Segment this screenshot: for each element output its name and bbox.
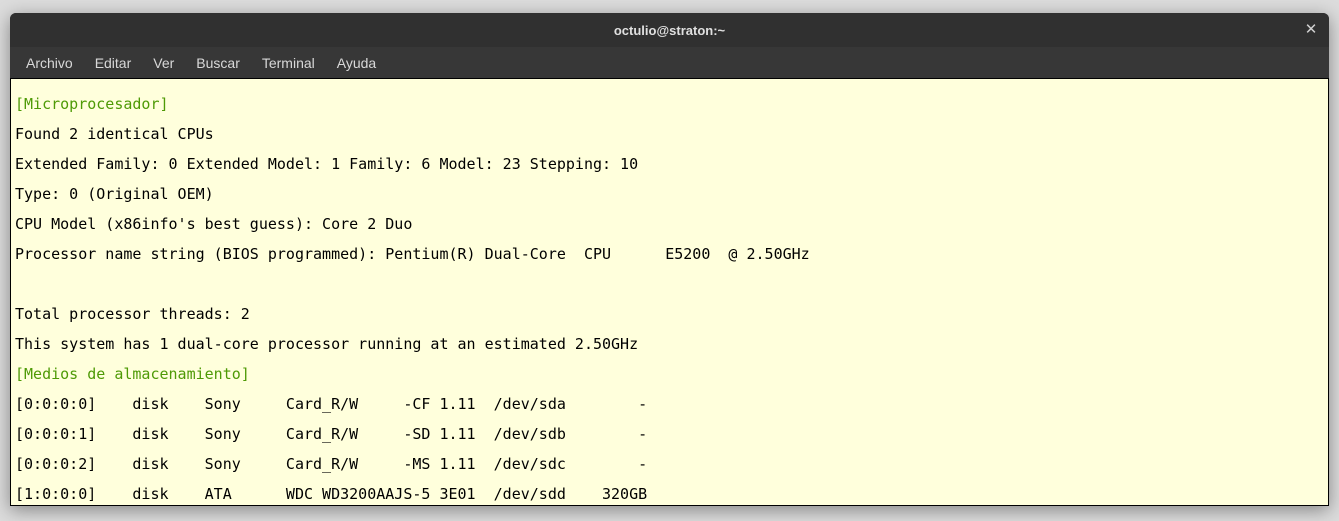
section-cpu-header: [Microprocesador]	[15, 97, 1324, 112]
menu-editar[interactable]: Editar	[85, 51, 142, 75]
menu-buscar[interactable]: Buscar	[186, 51, 250, 75]
output-line: Found 2 identical CPUs	[15, 127, 1324, 142]
output-line: [0:0:0:1] disk Sony Card_R/W -SD 1.11 /d…	[15, 427, 1324, 442]
titlebar[interactable]: octulio@straton:~ ✕	[10, 13, 1329, 47]
output-line: [0:0:0:0] disk Sony Card_R/W -CF 1.11 /d…	[15, 397, 1324, 412]
menu-ver[interactable]: Ver	[143, 51, 184, 75]
output-line: Total processor threads: 2	[15, 307, 1324, 322]
output-line	[15, 277, 1324, 292]
menu-archivo[interactable]: Archivo	[16, 51, 83, 75]
window-title: octulio@straton:~	[614, 23, 725, 38]
section-storage-header: [Medios de almacenamiento]	[15, 367, 1324, 382]
output-line: [1:0:0:0] disk ATA WDC WD3200AAJS-5 3E01…	[15, 487, 1324, 502]
output-line: Processor name string (BIOS programmed):…	[15, 247, 1324, 262]
terminal-window: octulio@straton:~ ✕ Archivo Editar Ver B…	[10, 13, 1329, 506]
output-line: Extended Family: 0 Extended Model: 1 Fam…	[15, 157, 1324, 172]
terminal-viewport[interactable]: [Microprocesador] Found 2 identical CPUs…	[10, 78, 1329, 506]
output-line: Type: 0 (Original OEM)	[15, 187, 1324, 202]
output-line: [0:0:0:2] disk Sony Card_R/W -MS 1.11 /d…	[15, 457, 1324, 472]
menubar: Archivo Editar Ver Buscar Terminal Ayuda	[10, 47, 1329, 78]
close-icon[interactable]: ✕	[1301, 19, 1321, 39]
menu-ayuda[interactable]: Ayuda	[327, 51, 386, 75]
menu-terminal[interactable]: Terminal	[252, 51, 325, 75]
output-line: CPU Model (x86info's best guess): Core 2…	[15, 217, 1324, 232]
output-line: This system has 1 dual-core processor ru…	[15, 337, 1324, 352]
